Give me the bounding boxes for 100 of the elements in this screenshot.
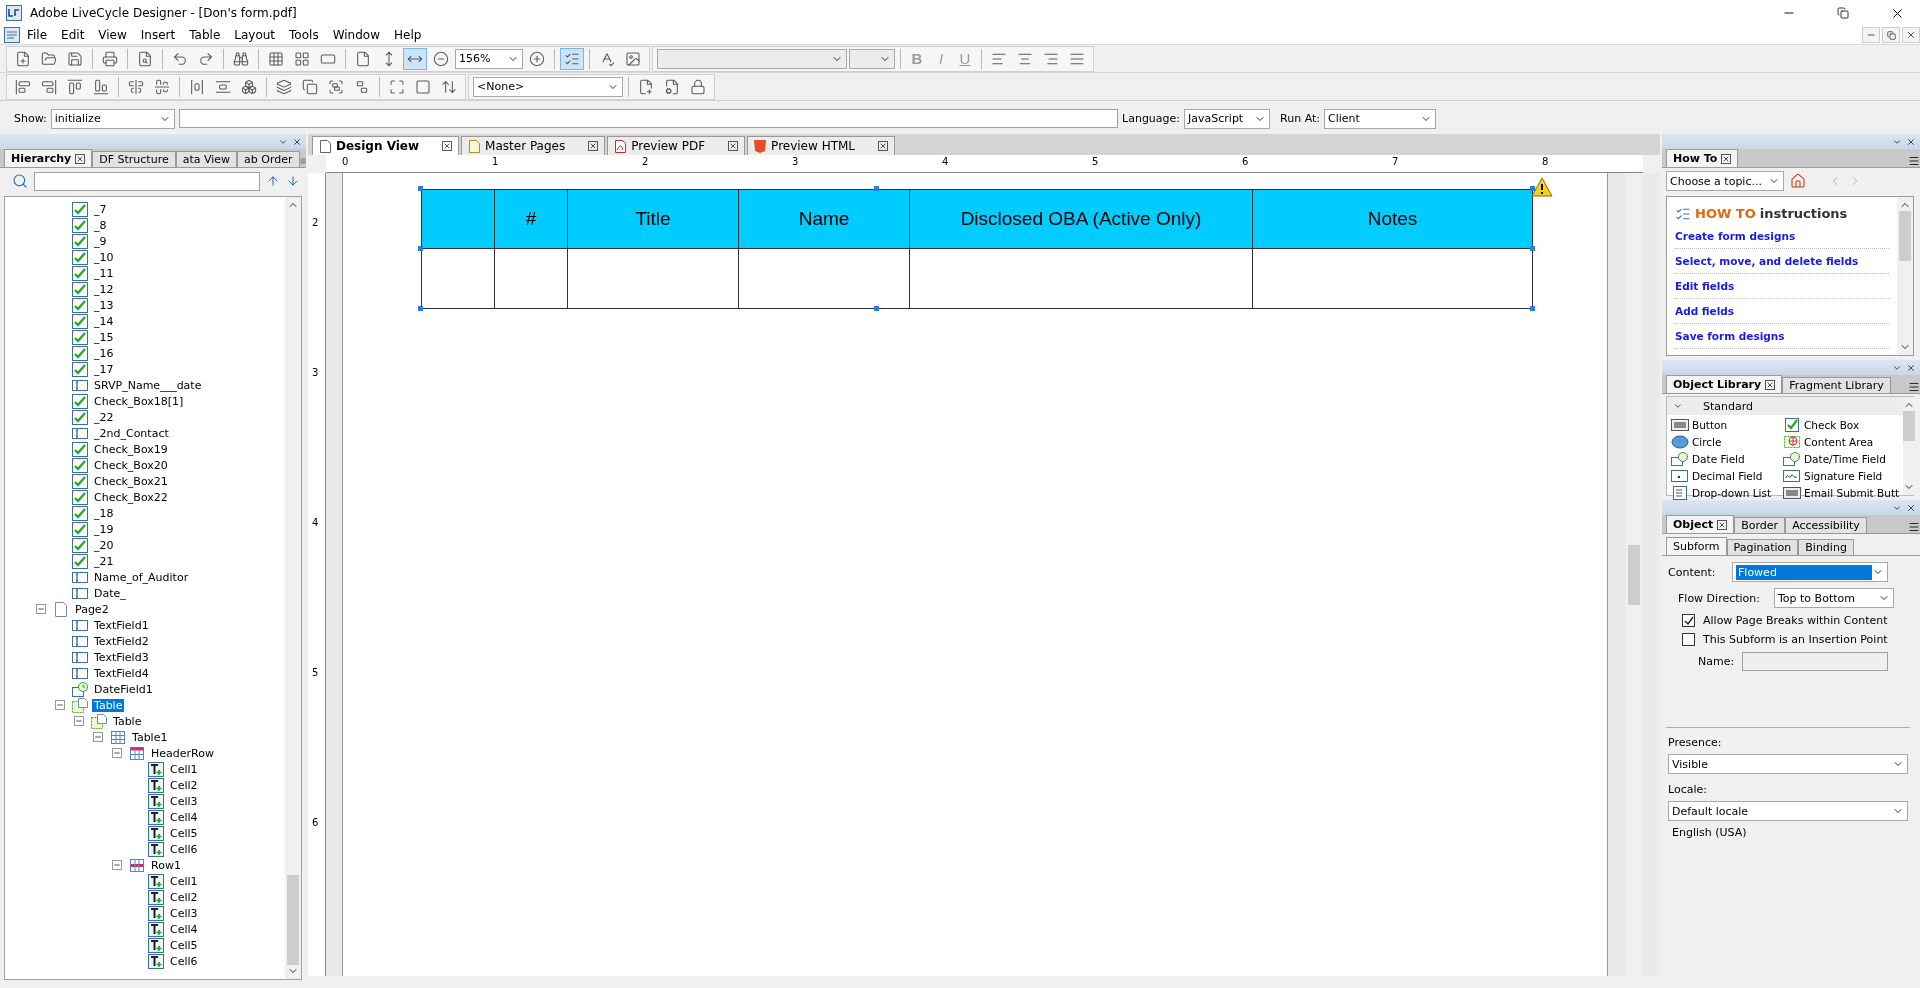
library-item[interactable]: Check Box [1804, 419, 1860, 431]
tree-item[interactable]: HeaderRow [149, 746, 216, 760]
panel-tab[interactable]: Border [1734, 517, 1786, 533]
tree-item[interactable]: Table [92, 698, 125, 712]
tree-item[interactable]: Cell3 [168, 794, 200, 808]
tree-item[interactable]: DateField1 [92, 682, 155, 696]
tree-item[interactable]: Cell4 [168, 922, 200, 936]
tree-item[interactable]: Date_ [92, 586, 128, 600]
library-item[interactable]: Signature Field [1804, 470, 1883, 482]
tree-item[interactable]: Cell2 [168, 778, 200, 792]
tree-item[interactable]: _7 [92, 202, 109, 216]
library-item[interactable]: Date/Time Field [1804, 453, 1886, 465]
tree-item[interactable]: Table [111, 714, 144, 728]
tree-item[interactable]: TextField4 [92, 666, 151, 680]
dropdown[interactable]: Flowed [1732, 562, 1888, 582]
tree-item[interactable]: _2nd_Contact [92, 426, 171, 440]
library-item[interactable]: Drop-down List [1692, 487, 1772, 499]
tree-item[interactable]: _13 [92, 298, 116, 312]
tree-item[interactable]: Cell4 [168, 810, 200, 824]
tree-item[interactable]: TextField2 [92, 634, 151, 648]
help-link[interactable]: Select, move, and delete fields [1675, 249, 1889, 274]
menu-item[interactable]: Table [182, 28, 228, 42]
tree-item[interactable]: Cell5 [168, 826, 200, 840]
menu-item[interactable]: Edit [54, 28, 92, 42]
sub-tab[interactable]: Subform [1666, 537, 1727, 555]
dropdown[interactable]: Top to Bottom [1774, 588, 1894, 608]
dropdown[interactable]: Client [1324, 108, 1436, 129]
tree-item[interactable]: Row1 [149, 858, 183, 872]
tree-item[interactable]: _20 [92, 538, 116, 552]
library-item[interactable]: Email Submit Butt [1804, 487, 1900, 499]
library-item[interactable]: Button [1692, 419, 1728, 431]
tree-item[interactable]: _14 [92, 314, 116, 328]
tree-item[interactable]: Check_Box20 [92, 458, 170, 472]
library-item[interactable]: Date Field [1692, 453, 1745, 465]
tree-item[interactable]: Cell5 [168, 938, 200, 952]
tree-item[interactable]: Cell1 [168, 762, 200, 776]
dropdown[interactable]: Visible [1668, 754, 1908, 774]
tree-item[interactable]: Check_Box18[1] [92, 394, 186, 408]
tree-item[interactable]: _21 [92, 554, 116, 568]
help-link[interactable]: Edit fields [1675, 274, 1889, 299]
panel-tab[interactable]: ab Order [237, 151, 300, 167]
menu-item[interactable]: File [20, 28, 55, 42]
dropdown[interactable]: Default locale [1668, 801, 1908, 821]
menu-item[interactable]: Insert [133, 28, 183, 42]
menu-item[interactable]: Tools [282, 28, 326, 42]
tree-item[interactable]: _9 [92, 234, 109, 248]
tree-item[interactable]: Cell6 [168, 954, 200, 968]
dropdown[interactable]: initialize [50, 108, 175, 129]
tree-item[interactable]: _17 [92, 362, 116, 376]
tree-item[interactable]: Check_Box19 [92, 442, 170, 456]
tree-item[interactable]: _19 [92, 522, 116, 536]
library-group-header[interactable]: Standard [1667, 397, 1904, 415]
dropdown[interactable]: Choose a topic... [1666, 171, 1784, 191]
tree-item[interactable]: _18 [92, 506, 116, 520]
tree-item[interactable]: SRVP_Name___date [92, 378, 204, 392]
dropdown[interactable]: JavaScript [1184, 108, 1271, 129]
panel-tab[interactable]: ata View [175, 151, 238, 167]
panel-tab[interactable]: Hierarchy [4, 149, 93, 167]
document-tab[interactable]: Design View [312, 136, 460, 155]
tree-item[interactable]: Cell1 [168, 874, 200, 888]
panel-tab[interactable]: Accessibility [1785, 517, 1867, 533]
tree-item[interactable]: Check_Box21 [92, 474, 170, 488]
tree-item[interactable]: _22 [92, 410, 116, 424]
tree-item[interactable]: Table1 [130, 730, 170, 744]
document-tab[interactable]: Preview HTML [747, 136, 896, 155]
tree-item[interactable]: _11 [92, 266, 116, 280]
library-item[interactable]: Decimal Field [1692, 470, 1763, 482]
tree-item[interactable]: _15 [92, 330, 116, 344]
menu-item[interactable]: View [91, 28, 134, 42]
help-link[interactable]: Create form designs [1675, 224, 1889, 249]
sub-tab[interactable]: Binding [1798, 539, 1854, 555]
tree-item[interactable]: Cell6 [168, 842, 200, 856]
help-link[interactable]: Save form designs [1675, 324, 1889, 349]
menu-item[interactable]: Layout [227, 28, 283, 42]
tree-item[interactable]: TextField3 [92, 650, 151, 664]
help-link[interactable]: Add fields [1675, 299, 1889, 324]
document-tab[interactable]: Master Pages [461, 136, 606, 155]
sub-tab[interactable]: Pagination [1726, 539, 1799, 555]
panel-tab[interactable]: Fragment Library [1782, 377, 1891, 393]
library-item[interactable]: Circle [1692, 436, 1722, 448]
tree-item[interactable]: _12 [92, 282, 116, 296]
tree-item[interactable]: Cell2 [168, 890, 200, 904]
menu-item[interactable]: Help [386, 28, 429, 42]
panel-tab[interactable]: How To [1666, 149, 1739, 167]
tree-item[interactable]: Check_Box22 [92, 490, 170, 504]
tree-item[interactable]: Name_of_Auditor [92, 570, 191, 584]
panel-tab[interactable]: Object Library [1666, 375, 1783, 393]
library-item[interactable]: Content Area [1804, 436, 1874, 448]
tree-item[interactable]: Cell3 [168, 906, 200, 920]
document-tab[interactable]: Preview PDF [607, 136, 746, 155]
tree-item[interactable]: _8 [92, 218, 109, 232]
tree-item[interactable]: TextField1 [92, 618, 151, 632]
style-dropdown[interactable]: <None> [473, 76, 623, 97]
zoom-dropdown[interactable]: 156% [455, 48, 523, 69]
tree-item[interactable]: Page2 [73, 602, 111, 616]
panel-tab[interactable]: Object [1666, 515, 1735, 533]
tree-item[interactable]: _16 [92, 346, 116, 360]
panel-tab[interactable]: DF Structure [92, 151, 176, 167]
menu-item[interactable]: Window [325, 28, 387, 42]
tree-item[interactable]: _10 [92, 250, 116, 264]
